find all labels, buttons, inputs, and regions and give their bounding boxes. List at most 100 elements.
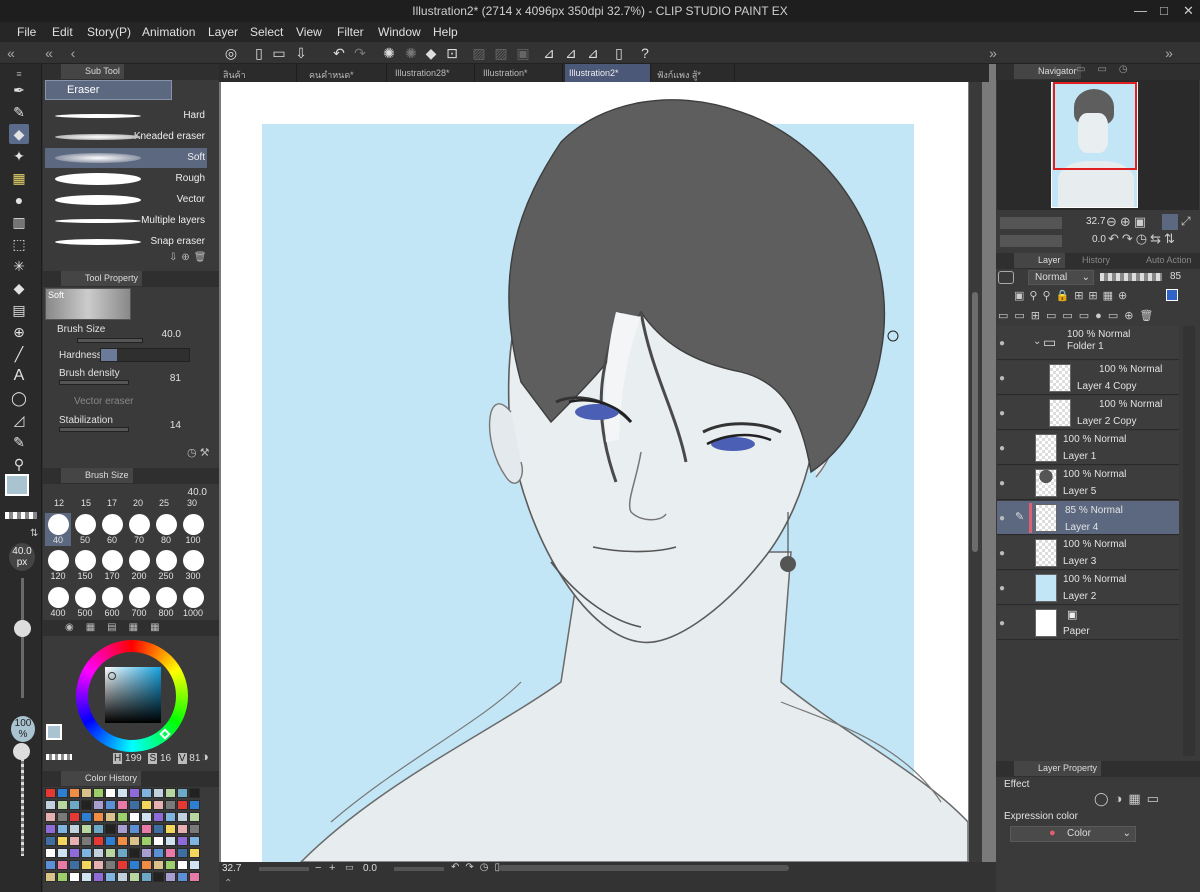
collapse-left-icon-2[interactable]: « — [40, 44, 58, 62]
layer-row-layer-2[interactable]: ● 100 % Normal Layer 2 — [997, 571, 1179, 605]
open-file-icon[interactable]: ▭ — [270, 44, 288, 62]
history-swatch[interactable] — [93, 824, 104, 834]
frame-tool-icon[interactable]: ◿ — [9, 410, 29, 430]
history-swatch[interactable] — [153, 824, 164, 834]
history-swatch[interactable] — [141, 860, 152, 870]
help-icon[interactable]: ? — [636, 44, 654, 62]
size-dot-500[interactable] — [75, 587, 96, 608]
history-swatch[interactable] — [69, 872, 80, 882]
history-swatch[interactable] — [57, 788, 68, 798]
layer-opacity-slider[interactable] — [1100, 273, 1162, 281]
menu-story[interactable]: Story(P) — [87, 25, 131, 39]
history-swatch[interactable] — [93, 872, 104, 882]
gradient-tool-icon[interactable]: ▤ — [9, 300, 29, 320]
hardness-selector[interactable] — [100, 348, 190, 362]
deselect-icon[interactable]: ▨ — [470, 44, 488, 62]
history-swatch[interactable] — [129, 800, 140, 810]
history-swatch[interactable] — [177, 872, 188, 882]
size-dot-120[interactable] — [48, 550, 69, 571]
history-swatch[interactable] — [81, 788, 92, 798]
color-history-tab[interactable]: Color History — [61, 771, 142, 786]
history-swatch[interactable] — [69, 824, 80, 834]
layer-row-layer-4-selected[interactable]: ● ✎ 85 % Normal Layer 4 — [997, 501, 1179, 535]
history-tab[interactable]: History — [1082, 255, 1110, 265]
collapse-right-icon-2[interactable]: » — [1160, 44, 1178, 62]
history-swatch[interactable] — [81, 812, 92, 822]
doc-tab-4[interactable]: Illustration* — [479, 64, 563, 82]
decoration-tool-icon[interactable]: ✦ — [9, 146, 29, 166]
brush-size-slider[interactable] — [77, 338, 143, 343]
brush-rough[interactable]: Rough — [45, 169, 207, 189]
layer-opacity-value[interactable]: 85 — [1170, 271, 1181, 282]
history-swatch[interactable] — [117, 812, 128, 822]
auto-action-tab[interactable]: Auto Action — [1146, 255, 1192, 265]
history-swatch[interactable] — [165, 800, 176, 810]
size-dot-150[interactable] — [75, 550, 96, 571]
history-swatch[interactable] — [105, 800, 116, 810]
history-swatch[interactable] — [129, 860, 140, 870]
history-swatch[interactable] — [81, 824, 92, 834]
history-swatch[interactable] — [81, 800, 92, 810]
history-swatch[interactable] — [45, 848, 56, 858]
loading-icon[interactable]: ✺ — [380, 44, 398, 62]
size-dot-60[interactable] — [102, 514, 123, 535]
history-swatch[interactable] — [189, 824, 200, 834]
clear-icon[interactable]: ✺ — [402, 44, 420, 62]
history-swatch[interactable] — [141, 824, 152, 834]
layer-row-layer-5[interactable]: ● 100 % Normal Layer 5 — [997, 466, 1179, 500]
navigator-viewport[interactable] — [997, 80, 1199, 210]
canvas-zoom-slider[interactable] — [259, 867, 309, 871]
history-swatch[interactable] — [189, 812, 200, 822]
size-dot-170[interactable] — [102, 550, 123, 571]
operation-tool-icon[interactable]: ⊕ — [9, 322, 29, 342]
layer-row-layer-4-copy[interactable]: ● 100 % Normal Layer 4 Copy — [997, 361, 1179, 395]
brush-snap-eraser[interactable]: Snap eraser — [45, 232, 207, 252]
eye-icon[interactable]: ● — [999, 373, 1005, 384]
history-swatch[interactable] — [117, 800, 128, 810]
zoom-out-icon[interactable]: − — [315, 862, 321, 874]
clip-studio-icon[interactable]: ◎ — [222, 44, 240, 62]
history-swatch[interactable] — [69, 860, 80, 870]
invert-selection-icon[interactable]: ▨ — [492, 44, 510, 62]
history-swatch[interactable] — [153, 788, 164, 798]
history-swatch[interactable] — [177, 788, 188, 798]
text-tool-icon[interactable]: A — [9, 366, 29, 386]
history-swatch[interactable] — [105, 872, 116, 882]
size-dot-600[interactable] — [102, 587, 123, 608]
ruler-snap-icon[interactable]: ⊿ — [540, 44, 558, 62]
history-swatch[interactable] — [129, 848, 140, 858]
eye-icon[interactable]: ● — [999, 443, 1005, 454]
size-dot-80[interactable] — [156, 514, 177, 535]
history-swatch[interactable] — [189, 800, 200, 810]
history-swatch[interactable] — [81, 848, 92, 858]
history-swatch[interactable] — [129, 812, 140, 822]
size-dot-40[interactable] — [48, 514, 69, 535]
history-swatch[interactable] — [177, 860, 188, 870]
history-swatch[interactable] — [153, 848, 164, 858]
history-swatch[interactable] — [117, 848, 128, 858]
grid-snap-icon[interactable]: ⊿ — [584, 44, 602, 62]
stabilization-slider[interactable] — [59, 427, 129, 432]
history-swatch[interactable] — [69, 788, 80, 798]
layer-property-tab[interactable]: Layer Property — [1014, 761, 1102, 776]
canvas-zoom-value[interactable]: 32.7 — [222, 863, 241, 874]
navigator-zoom-slider[interactable] — [1000, 217, 1062, 229]
navigator-rotation-slider[interactable] — [1000, 235, 1062, 247]
history-swatch[interactable] — [117, 860, 128, 870]
history-swatch[interactable] — [129, 824, 140, 834]
layer-action-icons[interactable]: ▭▭⊞▭▭▭●▭⊕🗑 — [998, 309, 1159, 322]
chevron-left-icon[interactable]: ‹ — [64, 44, 82, 62]
doc-tab-6[interactable]: ฟังก์แพง สู้* — [653, 64, 735, 82]
history-swatch[interactable] — [153, 872, 164, 882]
history-swatch[interactable] — [153, 800, 164, 810]
blend-tool-icon[interactable]: ● — [9, 190, 29, 210]
eyedropper-tool-icon[interactable]: ✎ — [9, 432, 29, 452]
history-swatch[interactable] — [129, 836, 140, 846]
eye-icon[interactable]: ● — [999, 338, 1005, 349]
tool-property-tab[interactable]: Tool Property — [61, 271, 143, 286]
history-swatch[interactable] — [93, 812, 104, 822]
tool-property-settings-icon[interactable]: ◷ ⚒ — [187, 446, 210, 459]
history-swatch[interactable] — [93, 848, 104, 858]
opacity-slider-track[interactable] — [21, 746, 24, 856]
line-tool-icon[interactable]: ╱ — [9, 344, 29, 364]
